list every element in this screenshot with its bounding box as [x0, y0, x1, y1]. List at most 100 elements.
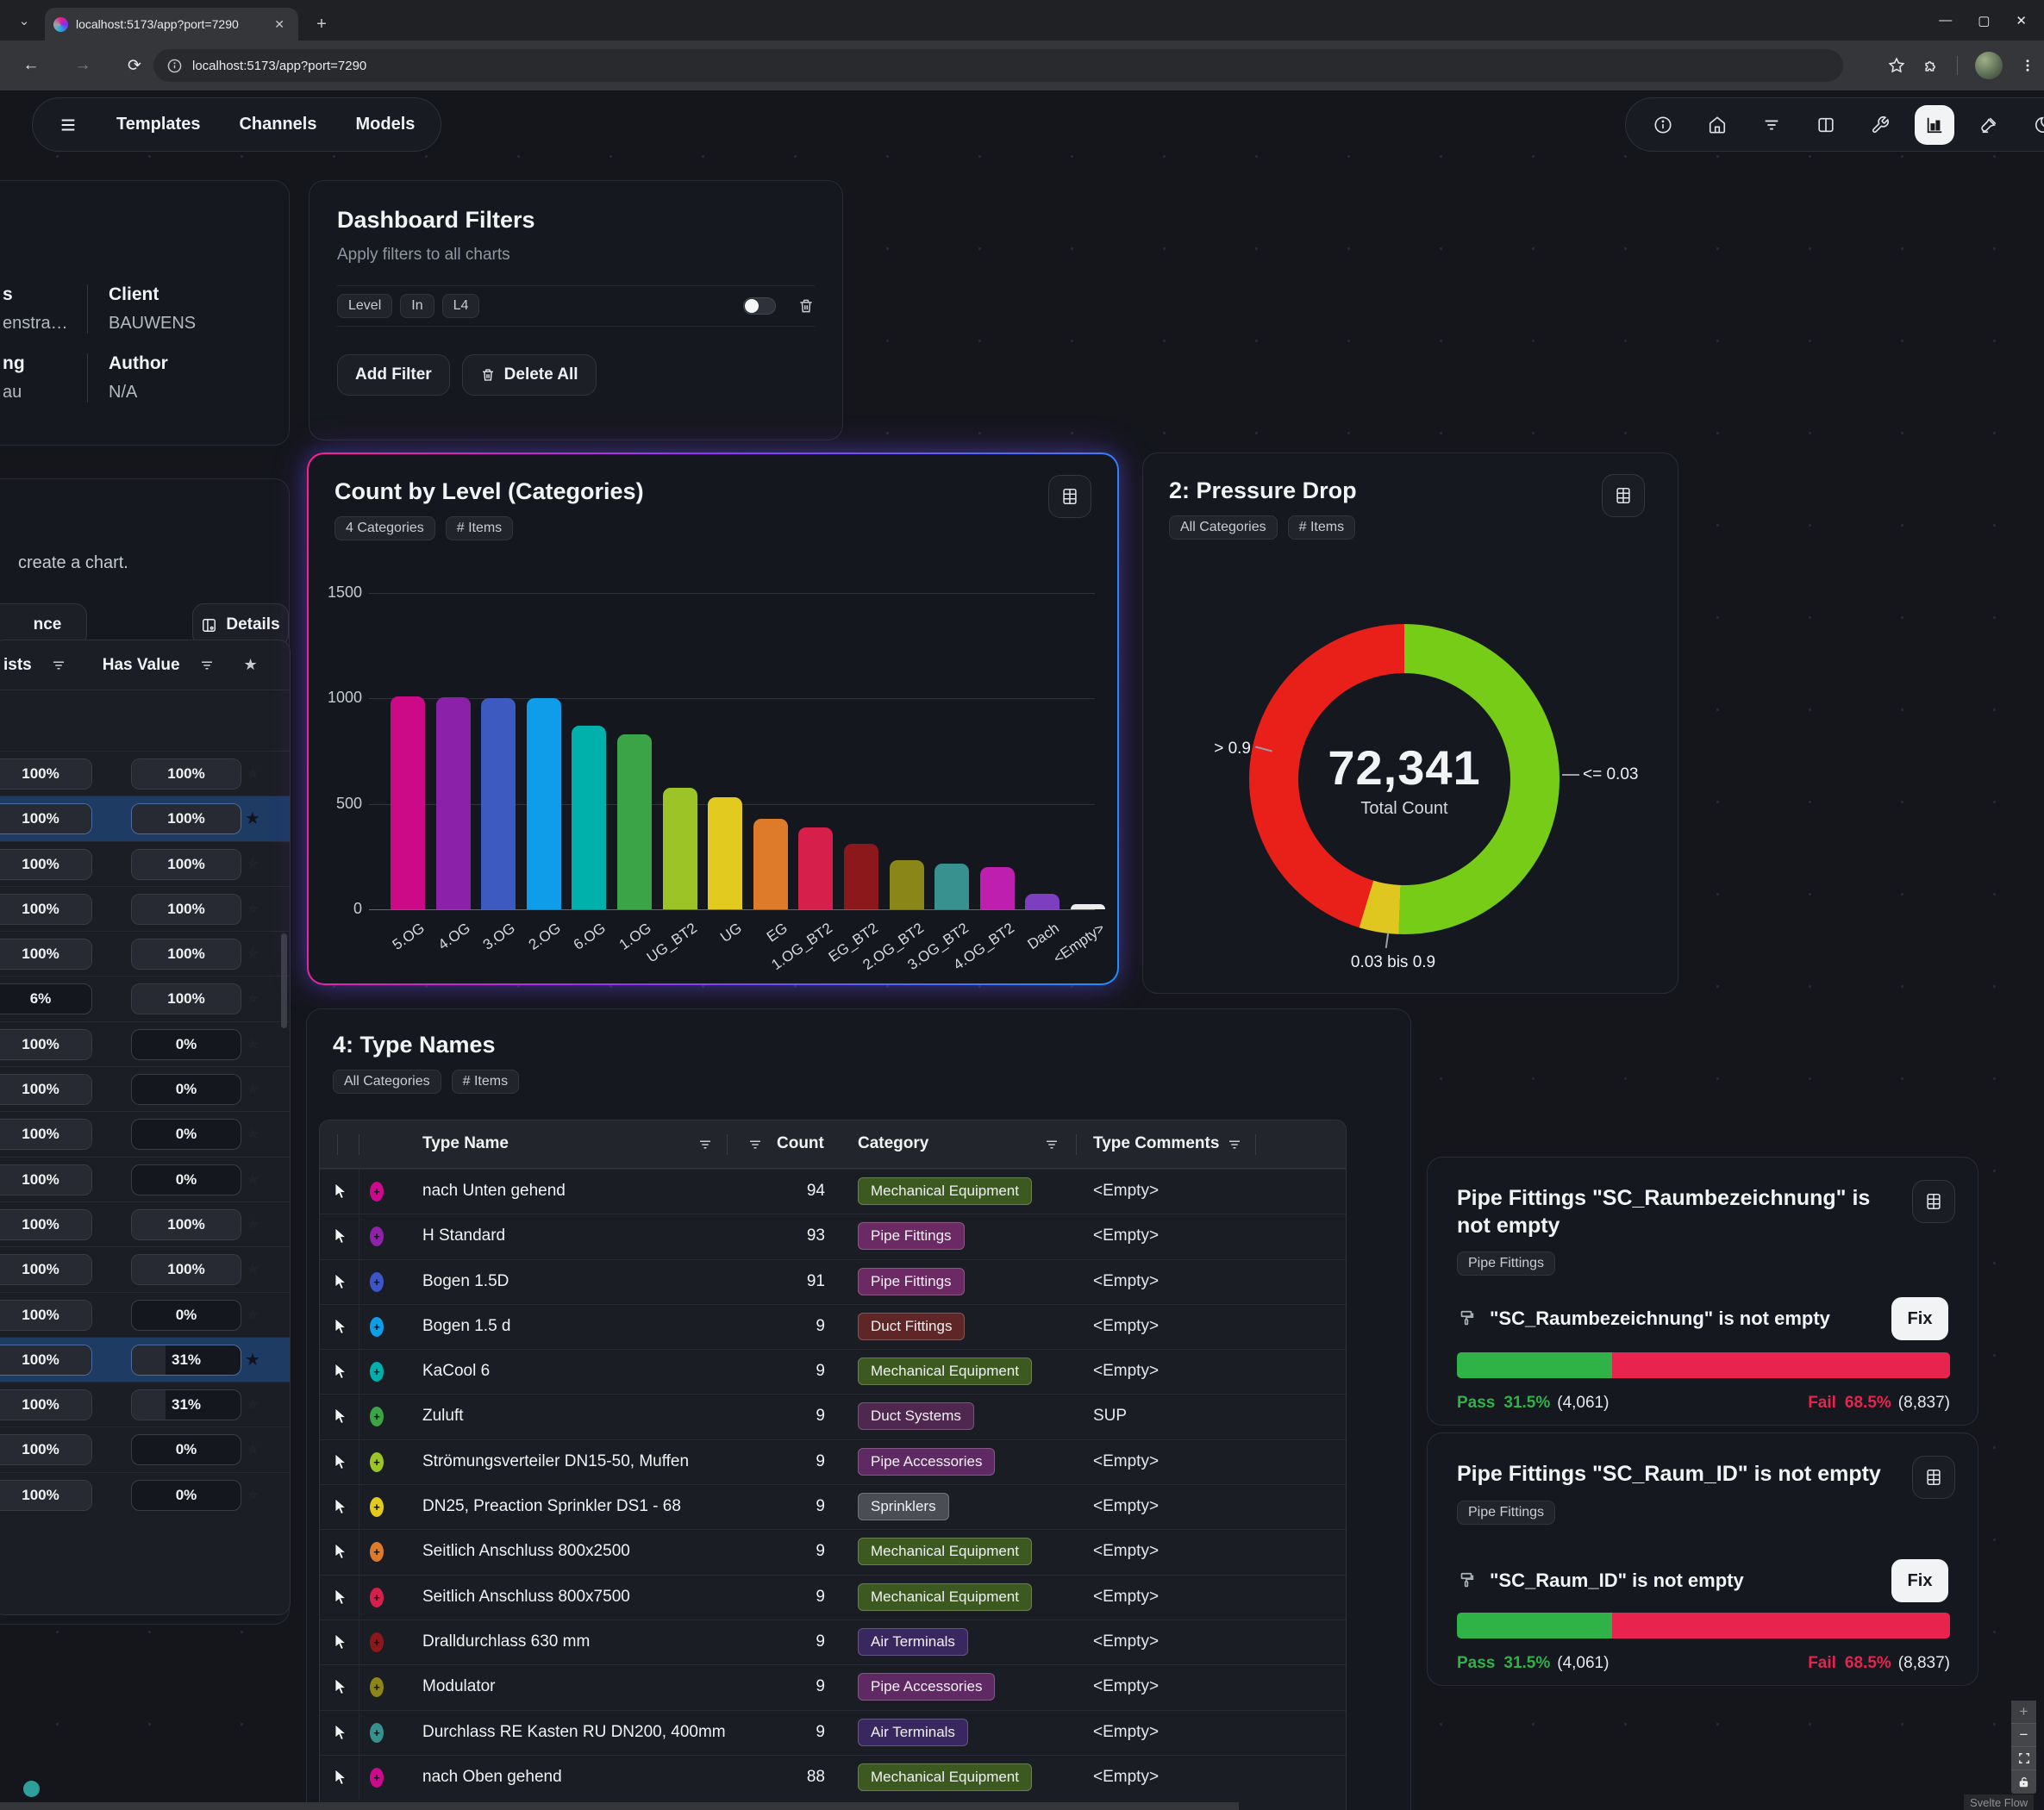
bar-5.OG[interactable]: [391, 696, 425, 909]
bar-4.OG_BT2[interactable]: [980, 867, 1015, 909]
horizontal-scrollbar[interactable]: [0, 1802, 1239, 1810]
favorite-star-icon[interactable]: ★: [245, 988, 260, 1009]
favorite-star-icon[interactable]: ★: [245, 1439, 260, 1460]
window-minimize-button[interactable]: —: [1939, 13, 1952, 28]
type-row[interactable]: + Modulator 9 Pipe Accessories <Empty>: [320, 1664, 1346, 1709]
type-names-card[interactable]: 4: Type Names All Categories # Items Typ…: [306, 1008, 1411, 1810]
categories-chip[interactable]: All Categories: [1169, 515, 1278, 540]
favorite-star-icon[interactable]: ★: [245, 1304, 260, 1326]
type-row[interactable]: + Durchlass RE Kasten RU DN200, 400mm 9 …: [320, 1710, 1346, 1755]
fix-button[interactable]: Fix: [1891, 1297, 1948, 1340]
bar-UG[interactable]: [708, 797, 742, 909]
hamburger-menu-icon[interactable]: [59, 115, 78, 134]
favorite-star-icon[interactable]: ★: [245, 1078, 260, 1100]
forward-button[interactable]: →: [71, 53, 95, 78]
filter-toggle[interactable]: [743, 297, 776, 315]
property-row[interactable]: 100% 100% ★: [0, 1246, 290, 1291]
add-filter-button[interactable]: Add Filter: [337, 354, 450, 396]
type-row[interactable]: + DN25, Preaction Sprinkler DS1 - 68 9 S…: [320, 1484, 1346, 1529]
flow-canvas[interactable]: Templates Channels Models › s enstra… Cl…: [0, 90, 2044, 1810]
zoom-out-button[interactable]: −: [2011, 1724, 2036, 1747]
menu-item-models[interactable]: Models: [355, 115, 415, 134]
type-row[interactable]: + Seitlich Anschluss 800x7500 9 Mechanic…: [320, 1575, 1346, 1620]
broom-button[interactable]: [1969, 105, 2009, 145]
fit-view-button[interactable]: [2011, 1747, 2036, 1770]
bar-UG_BT2[interactable]: [663, 788, 697, 909]
property-row[interactable]: 100% 100% ★: [0, 886, 290, 931]
property-row[interactable]: 100% 0% ★: [0, 1472, 290, 1517]
window-maximize-button[interactable]: ▢: [1978, 13, 1990, 28]
type-row[interactable]: + Strömungsverteiler DN15-50, Muffen 9 P…: [320, 1439, 1346, 1484]
bar-6.OG[interactable]: [572, 726, 606, 909]
show-table-button[interactable]: [1912, 1456, 1955, 1499]
chart-view-button[interactable]: [1915, 105, 1954, 145]
bar-3.OG_BT2[interactable]: [934, 864, 969, 909]
property-row[interactable]: 100% 31% ★: [0, 1382, 290, 1426]
menu-item-templates[interactable]: Templates: [116, 115, 200, 134]
categories-chip[interactable]: All Categories: [333, 1070, 441, 1094]
type-row[interactable]: + Seitlich Anschluss 800x2500 9 Mechanic…: [320, 1529, 1346, 1574]
lock-button[interactable]: [2011, 1770, 2036, 1794]
bar-chart-card[interactable]: Count by Level (Categories) 4 Categories…: [307, 452, 1119, 985]
show-table-button[interactable]: [1602, 474, 1645, 517]
bar-2.OG_BT2[interactable]: [890, 860, 924, 909]
filter-chip-value[interactable]: L4: [442, 294, 480, 318]
filter-category-icon[interactable]: [1044, 1137, 1060, 1152]
new-tab-button[interactable]: +: [309, 11, 334, 37]
zoom-in-button[interactable]: +: [2011, 1701, 2036, 1724]
profile-avatar[interactable]: [1975, 52, 2003, 79]
property-row[interactable]: 100% 100% ★: [0, 796, 290, 840]
category-chip[interactable]: Pipe Fittings: [1457, 1501, 1555, 1525]
type-row[interactable]: + KaCool 6 9 Mechanical Equipment <Empty…: [320, 1349, 1346, 1394]
property-row[interactable]: 100% 0% ★: [0, 1066, 290, 1111]
type-row[interactable]: + Zuluft 9 Duct Systems SUP: [320, 1394, 1346, 1439]
favorite-star-icon[interactable]: ★: [245, 853, 260, 875]
items-chip[interactable]: # Items: [452, 1070, 519, 1094]
table-scrollbar-thumb[interactable]: [281, 933, 287, 1028]
property-row[interactable]: 100% 0% ★: [0, 1292, 290, 1337]
split-view-button[interactable]: [1806, 105, 1846, 145]
filter-type-name-icon[interactable]: [697, 1137, 713, 1152]
favorite-star-icon[interactable]: ★: [245, 1394, 260, 1415]
favorite-star-icon[interactable]: ★: [245, 808, 260, 829]
filter-has-value-icon[interactable]: [199, 658, 215, 673]
window-close-button[interactable]: ✕: [2016, 13, 2027, 28]
category-chip[interactable]: Pipe Fittings: [1457, 1251, 1555, 1276]
menu-item-channels[interactable]: Channels: [239, 115, 316, 134]
canvas-node-dot[interactable]: [23, 1781, 40, 1797]
items-chip[interactable]: # Items: [1288, 515, 1355, 540]
property-row[interactable]: 100% 100% ★: [0, 931, 290, 976]
url-bar[interactable]: localhost:5173/app?port=7290: [153, 49, 1843, 82]
home-button[interactable]: [1697, 105, 1737, 145]
favorite-star-icon[interactable]: ★: [245, 898, 260, 920]
property-row[interactable]: 100% 0% ★: [0, 1426, 290, 1471]
bar-Dach[interactable]: [1025, 894, 1060, 909]
favorite-star-icon[interactable]: ★: [245, 1214, 260, 1235]
favorite-star-icon[interactable]: ★: [245, 1258, 260, 1280]
filter-chip-field[interactable]: Level: [337, 294, 392, 318]
type-row[interactable]: + Bogen 1.5 d 9 Duct Fittings <Empty>: [320, 1304, 1346, 1349]
type-row[interactable]: + H Standard 93 Pipe Fittings <Empty>: [320, 1214, 1346, 1258]
property-row[interactable]: 100% 100% ★: [0, 841, 290, 886]
property-row[interactable]: 100% 100% ★: [0, 751, 290, 796]
extensions-icon[interactable]: [1922, 57, 1940, 74]
site-info-icon[interactable]: [167, 59, 182, 73]
type-row[interactable]: + nach Oben gehend 88 Mechanical Equipme…: [320, 1755, 1346, 1800]
delete-filter-trash-icon[interactable]: [797, 297, 815, 315]
bar-EG_BT2[interactable]: [844, 844, 878, 909]
wrench-button[interactable]: [1860, 105, 1900, 145]
bar-3.OG[interactable]: [481, 698, 516, 909]
bar-<Empty>[interactable]: [1071, 904, 1105, 909]
favorite-star-icon[interactable]: ★: [245, 1349, 260, 1370]
star-column-header-icon[interactable]: ★: [244, 656, 258, 674]
favorite-star-icon[interactable]: ★: [245, 1484, 260, 1506]
favorite-star-icon[interactable]: ★: [245, 763, 260, 784]
favorite-star-icon[interactable]: ★: [245, 943, 260, 964]
property-row[interactable]: 100% 0% ★: [0, 1111, 290, 1156]
property-row[interactable]: 100% 31% ★: [0, 1337, 290, 1382]
bar-2.OG[interactable]: [527, 698, 561, 909]
delete-all-button[interactable]: Delete All: [462, 354, 597, 396]
show-table-button[interactable]: [1912, 1180, 1955, 1223]
menu-dots-icon[interactable]: [2020, 58, 2035, 73]
bar-1.OG[interactable]: [617, 734, 652, 909]
